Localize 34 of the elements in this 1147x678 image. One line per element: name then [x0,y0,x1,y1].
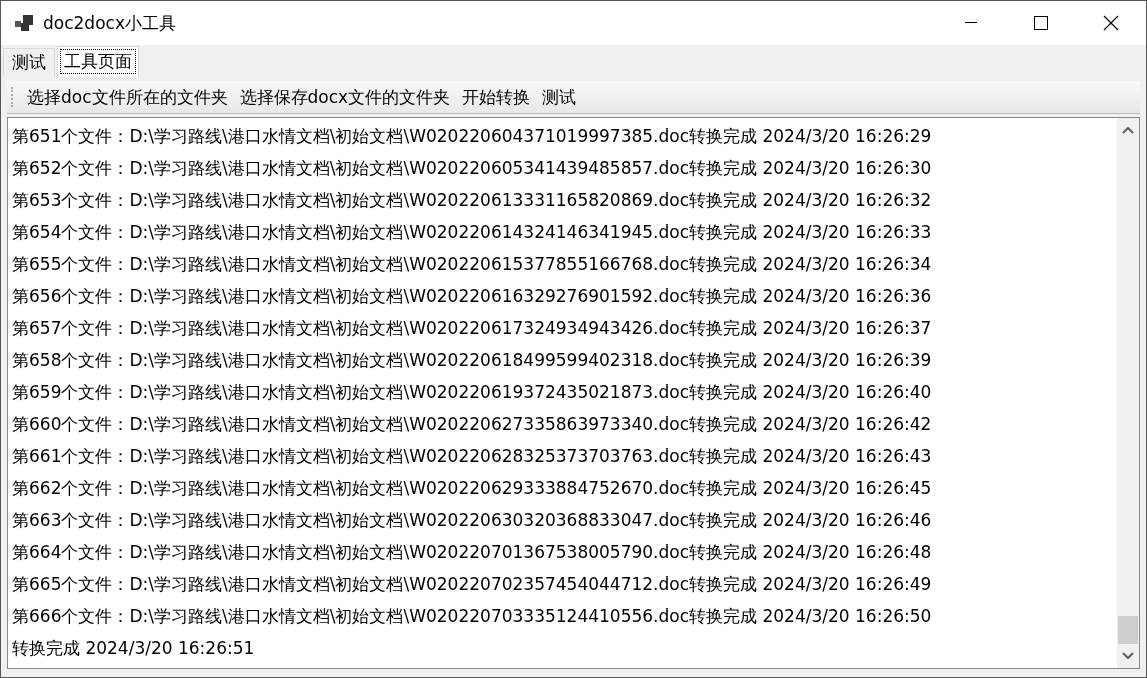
window-title: doc2docx小工具 [43,11,177,35]
log-line: 第656个文件：D:\学习路线\港口水情文档\初始文档\W020220616329276901592.doc转换完成 2024/3/20 16:26:36 [12,285,933,308]
scroll-thumb[interactable] [1118,616,1138,644]
log-line: 第652个文件：D:\学习路线\港口水情文档\初始文档\W020220605341439485857.doc转换完成 2024/3/20 16:26:30 [12,157,933,180]
toolbar-button[interactable]: 测试 [538,83,581,111]
log-line: 第659个文件：D:\学习路线\港口水情文档\初始文档\W020220619372435021873.doc转换完成 2024/3/20 16:26:40 [12,381,933,404]
close-icon [1103,15,1119,31]
tab[interactable]: 测试 [3,48,55,77]
log-line: 第654个文件：D:\学习路线\港口水情文档\初始文档\W020220614324146341945.doc转换完成 2024/3/20 16:26:33 [12,221,933,244]
log-line: 第658个文件：D:\学习路线\港口水情文档\初始文档\W020220618499599402318.doc转换完成 2024/3/20 16:26:39 [12,349,933,372]
log-line: 第655个文件：D:\学习路线\港口水情文档\初始文档\W020220615377855166768.doc转换完成 2024/3/20 16:26:34 [12,253,933,276]
log-line: 第657个文件：D:\学习路线\港口水情文档\初始文档\W020220617324934943426.doc转换完成 2024/3/20 16:26:37 [12,317,933,340]
log-line: 第664个文件：D:\学习路线\港口水情文档\初始文档\W020220701367538005790.doc转换完成 2024/3/20 16:26:48 [12,541,933,564]
log-line: 转换完成 2024/3/20 16:26:51 [12,637,256,660]
toolbar-button[interactable]: 开始转换 [458,83,535,111]
toolbar-button[interactable]: 选择保存docx文件的文件夹 [235,83,455,111]
log-line: 第663个文件：D:\学习路线\港口水情文档\初始文档\W020220630320368833047.doc转换完成 2024/3/20 16:26:46 [12,509,933,532]
vertical-scrollbar[interactable] [1116,118,1139,668]
minimize-icon [965,22,977,24]
log-textbox[interactable] [7,117,1140,669]
log-line: 第653个文件：D:\学习路线\港口水情文档\初始文档\W020220613331165820869.doc转换完成 2024/3/20 16:26:32 [12,189,933,212]
log-line: 第651个文件：D:\学习路线\港口水情文档\初始文档\W020220604371019997385.doc转换完成 2024/3/20 16:26:29 [12,125,933,148]
log-line: 第661个文件：D:\学习路线\港口水情文档\初始文档\W020220628325373703763.doc转换完成 2024/3/20 16:26:43 [12,445,933,468]
log-line: 第665个文件：D:\学习路线\港口水情文档\初始文档\W020220702357454044712.doc转换完成 2024/3/20 16:26:49 [12,573,933,596]
log-line: 第662个文件：D:\学习路线\港口水情文档\初始文档\W020220629333884752670.doc转换完成 2024/3/20 16:26:45 [12,477,933,500]
log-line: 第666个文件：D:\学习路线\港口水情文档\初始文档\W020220703335124410556.doc转换完成 2024/3/20 16:26:50 [12,605,933,628]
scroll-up-icon[interactable] [1122,126,1134,134]
app-icon [15,15,35,31]
toolbar-grip [11,87,15,107]
toolbar-button[interactable]: 选择doc文件所在的文件夹 [23,83,232,111]
scroll-down-icon[interactable] [1122,652,1134,660]
log-line: 第660个文件：D:\学习路线\港口水情文档\初始文档\W020220627335863973340.doc转换完成 2024/3/20 16:26:42 [12,413,933,436]
maximize-icon [1034,16,1048,30]
tab[interactable]: 工具页面 [57,46,139,77]
